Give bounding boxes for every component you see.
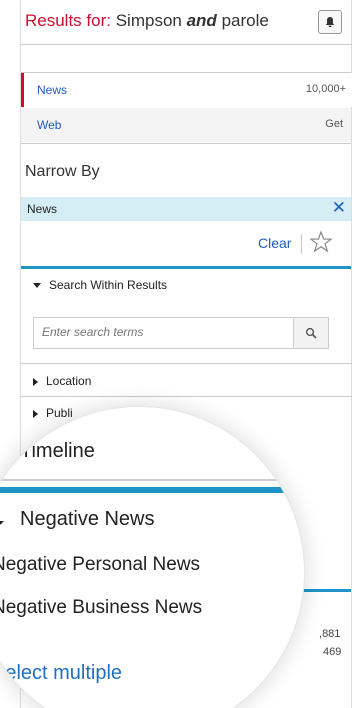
- source-count: 10,000+: [305, 83, 346, 95]
- alert-button[interactable]: [318, 10, 342, 34]
- search-within-box: [33, 317, 329, 349]
- search-button[interactable]: [293, 318, 328, 348]
- source-label: Web: [37, 118, 62, 132]
- clear-filters-link[interactable]: Clear: [258, 235, 291, 251]
- facet-count: 469: [323, 646, 342, 658]
- filter-tag-label: News: [27, 202, 58, 216]
- results-header: Results for: Simpson and parole: [21, 0, 351, 45]
- bell-icon: [325, 17, 335, 27]
- page: Results for: Simpson and parole News 10,…: [0, 0, 357, 708]
- source-list: News 10,000+ Web Get: [21, 72, 354, 144]
- select-multiple-link[interactable]: Select multiple: [0, 662, 122, 685]
- remove-filter-icon[interactable]: ✕: [332, 198, 346, 218]
- negative-news-label[interactable]: Negative News: [20, 508, 155, 531]
- search-icon: [305, 327, 317, 339]
- caret-down-icon: [0, 451, 9, 457]
- count-value: 881: [322, 628, 341, 640]
- magnifier-blue-bar: [0, 487, 304, 493]
- results-title: Results for: Simpson and parole: [25, 11, 269, 31]
- source-item-web[interactable]: Web Get: [21, 108, 351, 142]
- facet-count: ,881: [319, 628, 340, 640]
- query-term-b: parole: [221, 11, 269, 30]
- source-count: Get: [325, 118, 343, 130]
- search-within-input[interactable]: [34, 318, 290, 346]
- star-icon[interactable]: [308, 229, 334, 255]
- facet-search-within: Search Within Results: [21, 269, 351, 364]
- negative-business-news-link[interactable]: Negative Business News: [0, 597, 202, 619]
- magnifier-divider: [0, 479, 304, 481]
- active-filter-tag: News ✕: [21, 197, 351, 221]
- caret-down-icon: [0, 521, 4, 525]
- caret-right-icon: [33, 377, 38, 386]
- facet-label: Location: [46, 374, 92, 388]
- negative-personal-news-link[interactable]: Negative Personal News: [0, 554, 200, 576]
- facet-header-search-within[interactable]: Search Within Results: [33, 278, 167, 292]
- query-term-a: Simpson: [115, 11, 182, 30]
- caret-right-icon: [33, 409, 38, 418]
- facet-location[interactable]: Location: [21, 364, 351, 397]
- facet-label: Search Within Results: [49, 278, 168, 292]
- source-label: News: [37, 83, 68, 97]
- source-item-news[interactable]: News 10,000+: [21, 73, 354, 107]
- timeline-label[interactable]: Timeline: [20, 440, 95, 463]
- facet-label: Publi: [46, 406, 73, 420]
- divider: [301, 234, 302, 254]
- narrow-by-heading: Narrow By: [25, 163, 100, 180]
- query-operator: and: [186, 11, 217, 30]
- results-prefix: Results for:: [25, 11, 111, 30]
- caret-down-icon: [33, 283, 41, 289]
